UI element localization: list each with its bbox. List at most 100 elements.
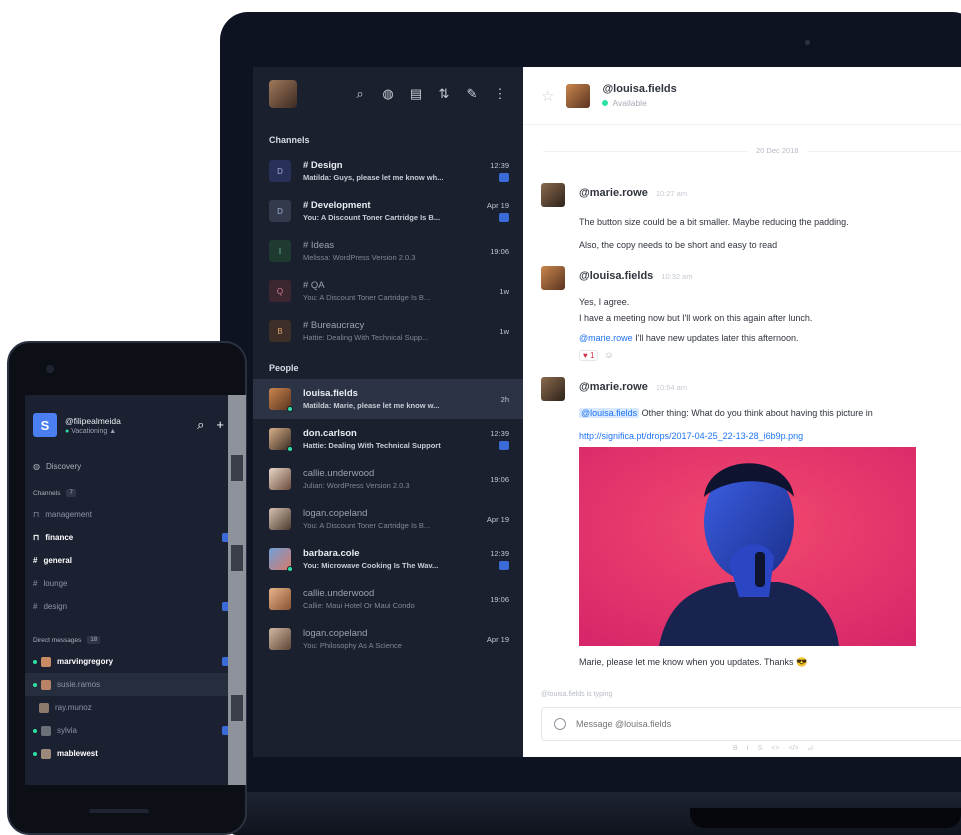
dm-avatar [41,748,51,759]
person-name: callie.underwood [303,468,375,479]
dm-name: susie.ramos [57,680,101,689]
mobile-avatar[interactable]: S [33,413,57,437]
channel-name: design [43,602,68,611]
mobile-side-panel-peek[interactable] [228,395,246,785]
channel-name: general [43,556,72,565]
mobile-dm-susie-ramos[interactable]: susie.ramos [25,673,246,696]
channel-avatar: D [269,160,291,182]
message-username[interactable]: @marie.rowe [579,381,648,393]
directory-icon[interactable]: ▤ [409,86,423,102]
mobile-status: ● Vacationing ▲ [65,427,117,435]
channel-time: 1w [499,286,509,296]
palm-tree-icon: ▲ [109,427,117,435]
bold-format-icon[interactable]: B [733,745,738,753]
person-last-message: Matilda: Marie, please let me know w... [303,401,440,410]
unread-badge [499,172,509,182]
mobile-channel-general[interactable]: # general [25,549,246,572]
more-icon[interactable]: ⋮ [493,86,507,102]
person-item-barbara-cole[interactable]: barbara.cole You: Microwave Cooking Is T… [253,539,523,579]
heart-reaction[interactable]: ♥ 1 [579,350,599,361]
my-avatar[interactable] [269,80,297,108]
channel-avatar: B [269,320,291,342]
message-composer[interactable] [541,707,961,741]
person-item-logan-copeland-2[interactable]: logan.copeland You: Philosophy As A Scie… [253,619,523,659]
lock-icon: ⊓ [33,533,40,542]
channel-avatar: Q [269,280,291,302]
channel-name: # Development [303,200,371,211]
laptop-notch [690,808,961,828]
header-status: Available [602,98,676,108]
date-separator: 20 Dec 2018 [543,146,961,155]
star-icon[interactable]: ☆ [541,87,554,105]
add-reaction-icon[interactable]: ☺ [604,350,613,361]
codeblock-format-icon[interactable]: </> [788,745,798,753]
person-last-message: You: Philosophy As A Science [303,641,402,650]
channel-time: 12:39 [490,160,509,170]
message-link[interactable]: http://significa.pt/drops/2017-04-25_22-… [579,431,803,441]
channel-last-message: You: A Discount Toner Cartridge Is B... [303,213,441,222]
message-text: The button size could be a bit smaller. … [579,217,849,227]
laptop-camera [805,40,810,45]
person-item-louisa-fields[interactable]: louisa.fields Matilda: Marie, please let… [253,379,523,419]
message-time: 10:54 am [655,383,688,392]
peek-block [231,695,243,721]
message-username[interactable]: @marie.rowe [579,187,648,199]
person-item-callie-underwood[interactable]: callie.underwood Julian: WordPress Versi… [253,459,523,499]
message-avatar[interactable] [541,266,565,290]
discovery-item[interactable]: ◍ Discovery [25,455,246,477]
message-caption: Marie, please let me know when you updat… [579,657,808,667]
message-username[interactable]: @louisa.fields [579,270,653,282]
user-mention[interactable]: @louisa.fields [579,408,640,418]
desktop-screen: ⌕ ◍ ▤ ⇅ ✎ ⋮ Channels D # Design Matilda:… [253,67,961,757]
online-status-icon [33,728,37,733]
channel-name: finance [45,533,74,542]
mobile-dm-ray-munoz[interactable]: ray.munoz [25,696,246,719]
channel-item-design[interactable]: D # Design Matilda: Guys, please let me … [253,151,523,191]
code-format-icon[interactable]: <> [771,745,779,753]
search-icon[interactable]: ⌕ [353,86,367,102]
phone-speaker [89,809,149,813]
newline-format-icon[interactable]: ⏎ [808,745,814,753]
plus-icon[interactable]: + [216,417,224,433]
globe-icon: ◍ [33,461,40,471]
sort-icon[interactable]: ⇅ [437,86,451,102]
message-input[interactable] [576,719,961,729]
person-avatar [269,468,291,490]
person-time: 19:06 [490,594,509,604]
channel-item-development[interactable]: D # Development You: A Discount Toner Ca… [253,191,523,231]
lock-icon: ⊓ [33,510,40,519]
mobile-channel-lounge[interactable]: # lounge [25,572,246,595]
dm-name: sylvia [57,726,78,735]
italic-format-icon[interactable]: I [747,745,749,753]
person-name: louisa.fields [303,388,358,399]
person-item-callie-underwood-2[interactable]: callie.underwood Callie: Maui Hotel Or M… [253,579,523,619]
user-mention[interactable]: @marie.rowe [579,333,633,343]
message-text: I'll have new updates later this afterno… [632,333,799,343]
edit-icon[interactable]: ✎ [465,86,479,102]
mobile-dm-sylvia[interactable]: sylvia [25,719,246,742]
emoji-icon[interactable] [554,718,566,730]
person-item-don-carlson[interactable]: don.carlson Hattie: Dealing With Technic… [253,419,523,459]
message-text: Yes, I agree. [579,297,630,307]
mobile-channel-finance[interactable]: ⊓ finance [25,526,246,549]
discovery-label: Discovery [45,461,82,471]
mobile-channel-management[interactable]: ⊓ management [25,503,246,526]
mobile-channel-design[interactable]: # design [25,595,246,618]
message-avatar[interactable] [541,183,565,207]
globe-icon[interactable]: ◍ [381,86,395,102]
message-avatar[interactable] [541,377,565,401]
person-name: don.carlson [303,428,357,439]
mobile-dm-marvingregory[interactable]: marvingregory [25,650,246,673]
channel-item-qa[interactable]: Q # QA You: A Discount Toner Cartridge I… [253,271,523,311]
mobile-dm-mablewest[interactable]: mablewest [25,742,246,765]
attached-photo[interactable] [579,447,916,646]
person-item-logan-copeland[interactable]: logan.copeland You: A Discount Toner Car… [253,499,523,539]
channel-last-message: Matilda: Guys, please let me know wh... [303,173,444,182]
search-icon[interactable]: ⌕ [197,417,204,433]
strike-format-icon[interactable]: S [758,745,763,753]
peek-block [231,455,243,481]
chat-panel: ☆ @louisa.fields Available 20 Dec 2018 @… [523,67,961,757]
channel-item-bureaucracy[interactable]: B # Bureaucracy Hattie: Dealing With Tec… [253,311,523,351]
channel-item-ideas[interactable]: I # Ideas Melissa: WordPress Version 2.0… [253,231,523,271]
dm-name: marvingregory [57,657,114,666]
